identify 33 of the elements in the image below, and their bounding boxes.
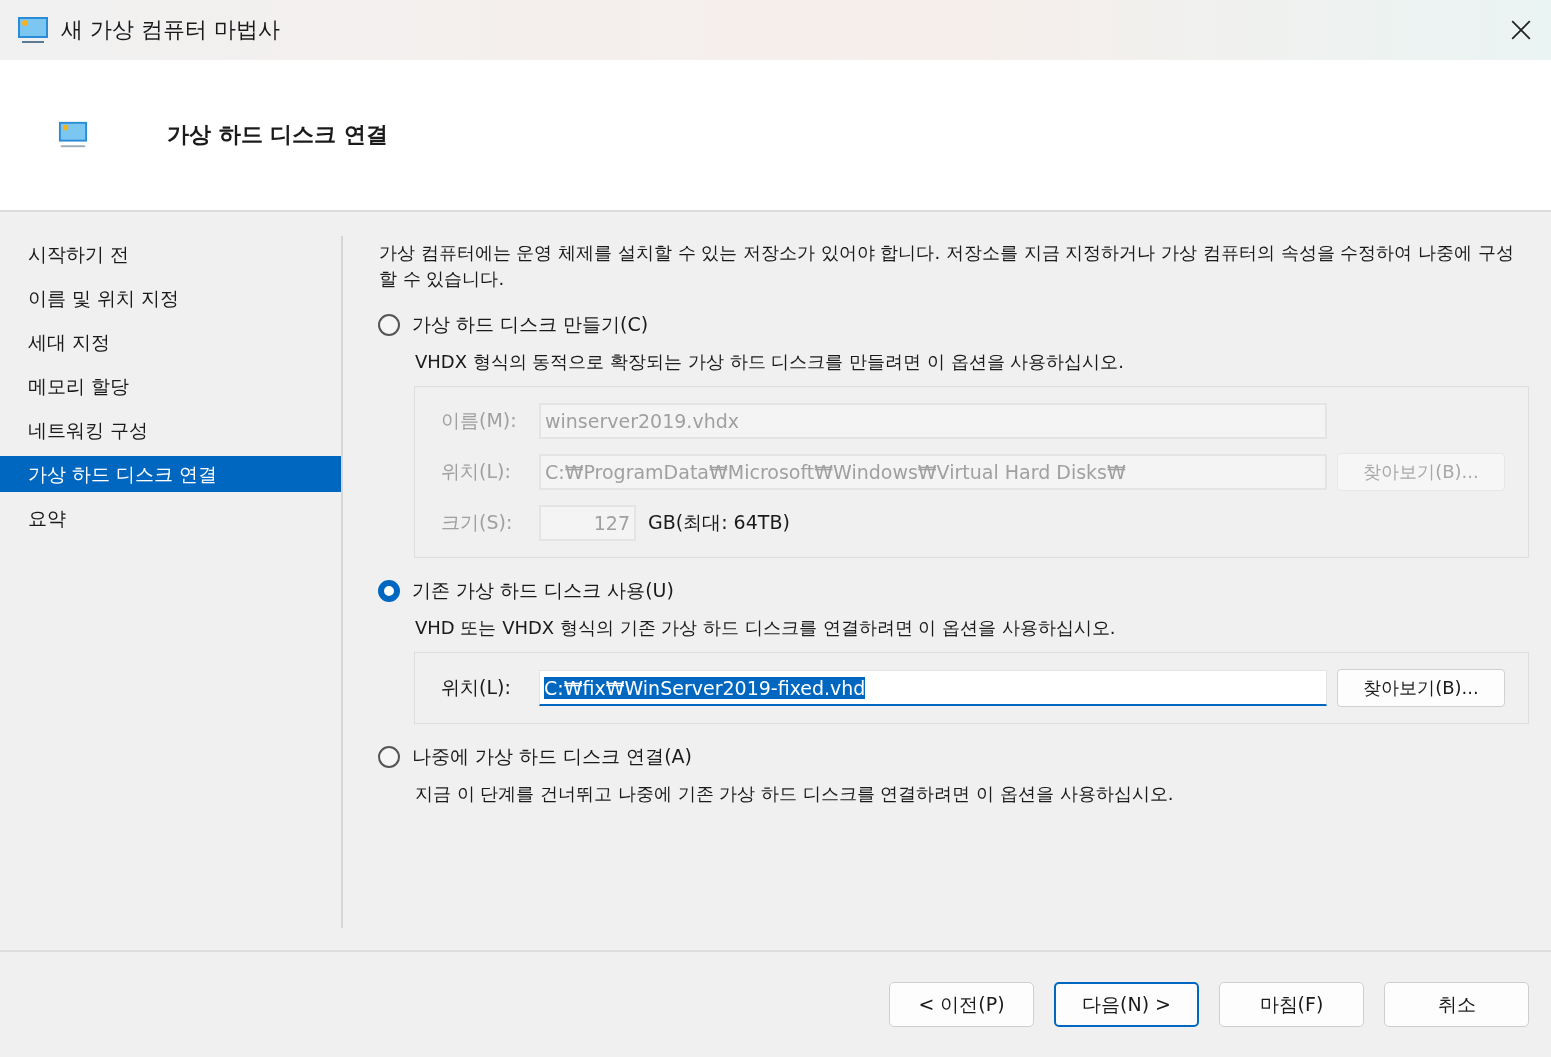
option-label[interactable]: 가상 하드 디스크 만들기(C) bbox=[412, 312, 649, 338]
dialog-button[interactable]: < 이전(P) bbox=[889, 982, 1034, 1027]
close-icon bbox=[1510, 19, 1532, 41]
field-label: 크기(S): bbox=[441, 510, 514, 535]
browse-button[interactable]: 찾아보기(B)... bbox=[1337, 669, 1505, 707]
sidebar-item[interactable]: 네트워킹 구성 bbox=[0, 412, 341, 448]
field-label: 위치(L): bbox=[441, 675, 512, 700]
field-label: 이름(M): bbox=[441, 408, 518, 433]
dialog-button[interactable]: 다음(N) > bbox=[1054, 982, 1199, 1027]
intro-text: 가상 컴퓨터에는 운영 체제를 설치할 수 있는 저장소가 있어야 합니다. 저장소를 지금 지정하거나 가상 컴퓨터의 속성을 수정하여 나중에 구성할 수 있습니다. bbox=[379, 241, 1515, 291]
monitor-icon bbox=[56, 120, 90, 150]
radio-button[interactable] bbox=[378, 580, 400, 602]
input-field[interactable]: C:₩fix₩WinServer2019-fixed.vhd bbox=[539, 670, 1327, 706]
field-label: 위치(L): bbox=[441, 459, 512, 484]
dialog-button[interactable]: 마침(F) bbox=[1219, 982, 1364, 1027]
sidebar-item[interactable]: 요약 bbox=[0, 500, 341, 536]
option-description: VHDX 형식의 동적으로 확장되는 가상 하드 디스크를 만들려면 이 옵션을 사용하십시오. bbox=[415, 350, 1125, 374]
radio-button[interactable] bbox=[378, 314, 400, 336]
radio-button[interactable] bbox=[378, 746, 400, 768]
sidebar-item[interactable]: 이름 및 위치 지정 bbox=[0, 280, 341, 316]
option-label[interactable]: 나중에 가상 하드 디스크 연결(A) bbox=[412, 744, 692, 770]
option-label[interactable]: 기존 가상 하드 디스크 사용(U) bbox=[412, 578, 674, 604]
option-description: VHD 또는 VHDX 형식의 기존 가상 하드 디스크를 연결하려면 이 옵션을 사용하십시오. bbox=[415, 616, 1117, 640]
sidebar-item[interactable]: 가상 하드 디스크 연결 bbox=[0, 456, 341, 492]
option-description: 지금 이 단계를 건너뛰고 나중에 기존 가상 하드 디스크를 연결하려면 이 옵션을 사용하십시오. bbox=[415, 782, 1175, 806]
sidebar-item[interactable]: 세대 지정 bbox=[0, 324, 341, 360]
window-title: 새 가상 컴퓨터 마법사 bbox=[61, 16, 280, 44]
page-title: 가상 하드 디스크 연결 bbox=[167, 121, 388, 149]
sidebar-item[interactable]: 시작하기 전 bbox=[0, 236, 341, 272]
dialog-button[interactable]: 취소 bbox=[1384, 982, 1529, 1027]
size-unit: GB(최대: 64TB) bbox=[648, 510, 790, 535]
sidebar-item[interactable]: 메모리 할당 bbox=[0, 368, 341, 404]
monitor-icon bbox=[17, 14, 49, 46]
